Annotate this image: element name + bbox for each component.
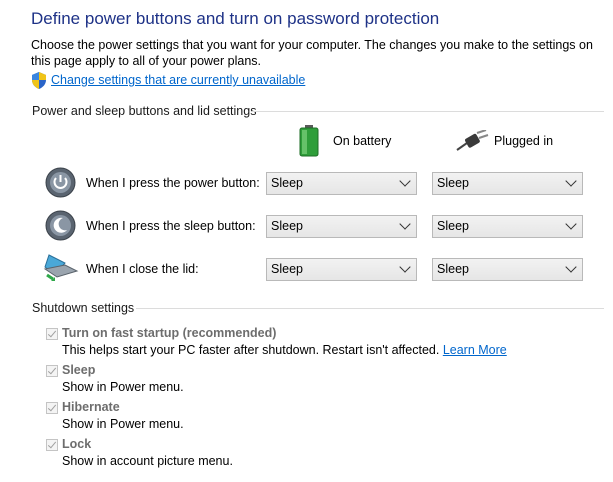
lock-checkbox[interactable]: [46, 439, 58, 451]
column-plugged-in: Plugged in: [494, 134, 554, 148]
power-button-label: When I press the power button:: [86, 176, 260, 190]
power-section-title: Power and sleep buttons and lid settings: [32, 104, 257, 118]
sleep-button-plugged-select[interactable]: Sleep: [432, 215, 583, 238]
hibernate-option-description: Show in Power menu.: [62, 417, 184, 431]
close-lid-plugged-select[interactable]: Sleep: [432, 258, 583, 281]
learn-more-link[interactable]: Learn More: [443, 343, 507, 357]
lock-option-description: Show in account picture menu.: [62, 454, 233, 468]
plug-icon: [456, 130, 489, 151]
select-value: Sleep: [437, 262, 469, 276]
chevron-down-icon: [399, 218, 411, 230]
fast-startup-description: This helps start your PC faster after sh…: [62, 343, 507, 357]
page-title: Define power buttons and turn on passwor…: [31, 9, 440, 28]
select-value: Sleep: [437, 219, 469, 233]
fast-startup-title: Turn on fast startup (recommended): [62, 326, 277, 340]
select-value: Sleep: [271, 176, 303, 190]
sleep-button-battery-select[interactable]: Sleep: [266, 215, 417, 238]
shutdown-section-divider: [136, 308, 604, 309]
shutdown-section-title: Shutdown settings: [32, 301, 135, 315]
fast-startup-desc-text: This helps start your PC faster after sh…: [62, 343, 440, 357]
chevron-down-icon: [399, 261, 411, 273]
power-button-icon: [45, 167, 76, 198]
uac-shield-icon: [32, 72, 46, 89]
hibernate-option-title: Hibernate: [62, 400, 120, 414]
close-lid-label: When I close the lid:: [86, 262, 199, 276]
sleep-button-icon: [45, 210, 76, 241]
fast-startup-checkbox[interactable]: [46, 328, 58, 340]
select-value: Sleep: [271, 219, 303, 233]
column-on-battery: On battery: [333, 134, 392, 148]
power-button-battery-select[interactable]: Sleep: [266, 172, 417, 195]
change-settings-link[interactable]: Change settings that are currently unava…: [51, 73, 305, 87]
power-button-plugged-select[interactable]: Sleep: [432, 172, 583, 195]
close-lid-battery-select[interactable]: Sleep: [266, 258, 417, 281]
select-value: Sleep: [437, 176, 469, 190]
laptop-lid-icon: [43, 254, 79, 281]
sleep-button-label: When I press the sleep button:: [86, 219, 256, 233]
hibernate-checkbox[interactable]: [46, 402, 58, 414]
sleep-option-title: Sleep: [62, 363, 96, 377]
chevron-down-icon: [565, 261, 577, 273]
chevron-down-icon: [399, 175, 411, 187]
page-description: Choose the power settings that you want …: [31, 38, 593, 68]
select-value: Sleep: [271, 262, 303, 276]
battery-icon: [299, 125, 319, 157]
chevron-down-icon: [565, 175, 577, 187]
sleep-option-description: Show in Power menu.: [62, 380, 184, 394]
lock-option-title: Lock: [62, 437, 92, 451]
sleep-checkbox[interactable]: [46, 365, 58, 377]
chevron-down-icon: [565, 218, 577, 230]
power-section-divider: [252, 111, 604, 112]
